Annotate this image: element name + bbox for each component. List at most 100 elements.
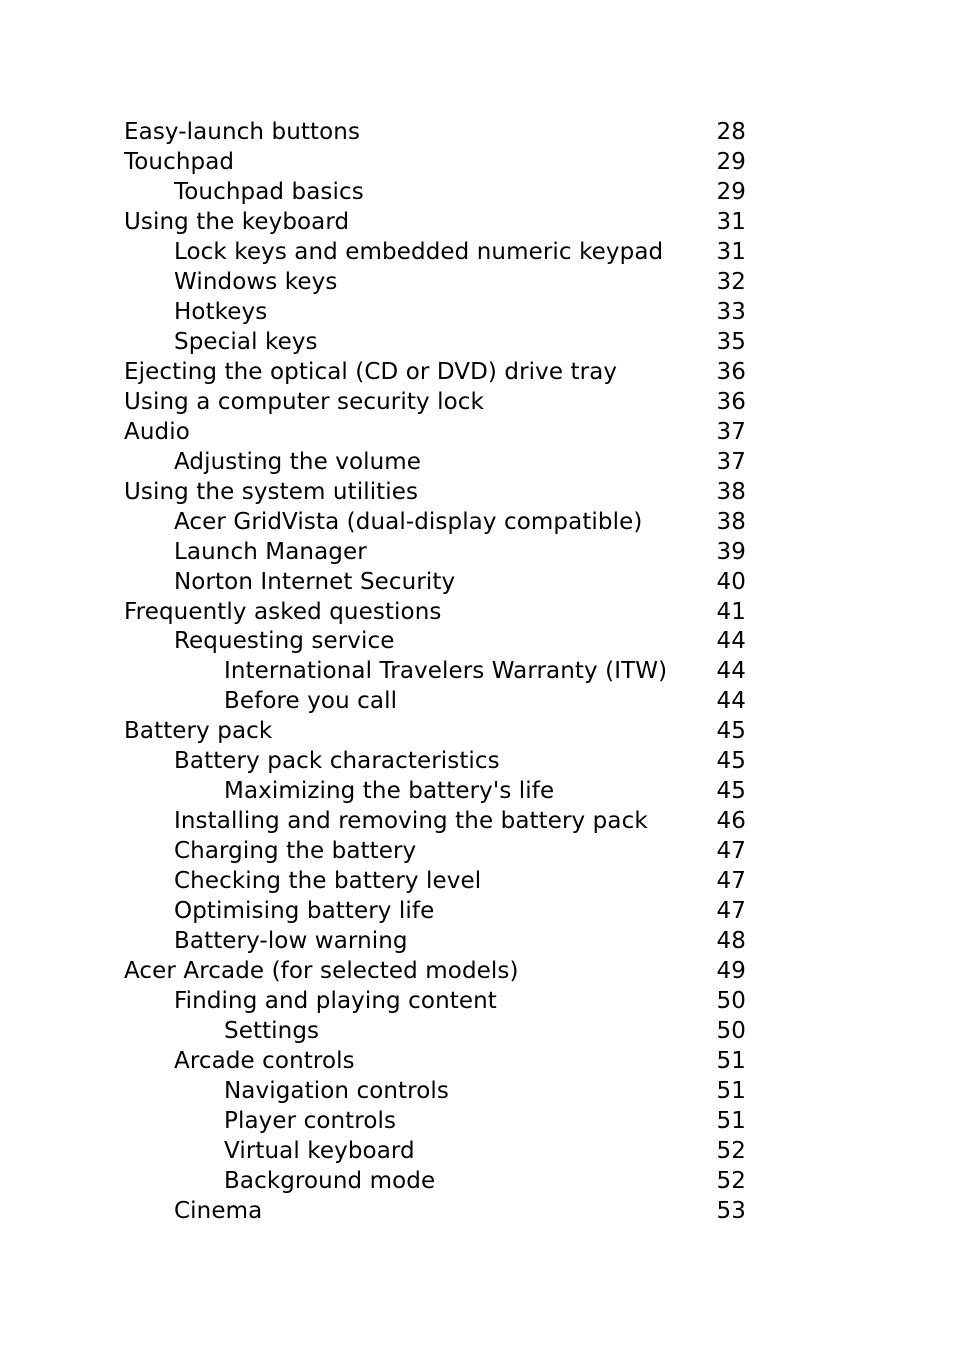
toc-entry[interactable]: Acer GridVista (dual-display compatible)… [124,507,746,537]
toc-entry[interactable]: Using the system utilities 38 [124,477,746,507]
toc-entry-page-number: 40 [716,568,746,595]
toc-entry-page-number: 32 [716,268,746,295]
toc-entry-page-number: 47 [716,898,746,925]
toc-entry[interactable]: Background mode 52 [124,1166,746,1196]
toc-entry-page-number: 50 [716,1018,746,1045]
toc-entry[interactable]: Before you call 44 [124,686,746,716]
toc-entry[interactable]: Windows keys 32 [124,267,746,297]
toc-entry[interactable]: Charging the battery 47 [124,836,746,866]
toc-entry[interactable]: Easy-launch buttons 28 [124,117,746,147]
toc-entry-page-number: 31 [716,238,746,265]
toc-entry[interactable]: Optimising battery life 47 [124,896,746,926]
toc-entry-page-number: 31 [716,208,746,235]
toc-entry-page-number: 45 [716,748,746,775]
toc-entry-title: Touchpad [124,148,235,175]
toc-entry-title: Norton Internet Security [174,568,456,595]
toc-entry-page-number: 46 [716,808,746,835]
toc-entry-page-number: 29 [716,178,746,205]
toc-entry[interactable]: Navigation controls 51 [124,1076,746,1106]
toc-entry[interactable]: Finding and playing content 50 [124,986,746,1016]
toc-entry[interactable]: Settings 50 [124,1016,746,1046]
toc-entry-title: Maximizing the battery's life [224,778,555,805]
toc-entry[interactable]: Battery pack 45 [124,716,746,746]
toc-entry[interactable]: Touchpad basics 29 [124,177,746,207]
toc-entry-title: Battery pack characteristics [174,748,500,775]
toc-entry-page-number: 51 [716,1048,746,1075]
toc-entry-title: Player controls [224,1107,397,1134]
toc-entry-page-number: 53 [716,1197,746,1224]
toc-entry-title: Audio [124,418,190,445]
toc-entry-title: Virtual keyboard [224,1137,415,1164]
toc-entry-title: Arcade controls [174,1048,355,1075]
toc-entry-page-number: 48 [716,928,746,955]
toc-entry[interactable]: Arcade controls 51 [124,1046,746,1076]
toc-entry-page-number: 52 [716,1167,746,1194]
toc-entry-title: Battery-low warning [174,928,408,955]
toc-entry-page-number: 36 [716,358,746,385]
toc-entry-title: Settings [224,1018,320,1045]
toc-entry-title: Launch Manager [174,538,367,565]
toc-entry[interactable]: Cinema 53 [124,1196,746,1226]
toc-entry-title: Easy-launch buttons [124,119,361,145]
toc-entry-title: Charging the battery [174,838,417,865]
toc-entry-title: Adjusting the volume [174,448,422,475]
toc-entry[interactable]: Player controls 51 [124,1106,746,1136]
toc-entry-title: Checking the battery level [174,868,482,895]
toc-entry-page-number: 29 [716,148,746,175]
toc-entry-title: Installing and removing the battery pack [174,808,648,835]
toc-entry[interactable]: Maximizing the battery's life 45 [124,776,746,806]
toc-entry[interactable]: Installing and removing the battery pack… [124,806,746,836]
toc-entry-page-number: 45 [716,778,746,805]
toc-entry-title: Using a computer security lock [124,388,484,415]
toc-entry-page-number: 38 [716,508,746,535]
toc-entry-page-number: 37 [716,448,746,475]
toc-entry-page-number: 51 [716,1107,746,1134]
toc-entry-title: Ejecting the optical (CD or DVD) drive t… [124,358,618,385]
toc-entry-page-number: 44 [716,628,746,655]
toc-entry[interactable]: International Travelers Warranty (ITW) 44 [124,656,746,686]
toc-entry[interactable]: Audio 37 [124,417,746,447]
toc-entry[interactable]: Touchpad 29 [124,147,746,177]
toc-entry[interactable]: Lock keys and embedded numeric keypad 31 [124,237,746,267]
toc-entry[interactable]: Virtual keyboard 52 [124,1136,746,1166]
toc-entry[interactable]: Hotkeys 33 [124,297,746,327]
toc-entry-page-number: 28 [716,119,746,145]
toc-entry-title: Battery pack [124,718,273,745]
toc-entry-page-number: 45 [716,718,746,745]
toc-entry[interactable]: Launch Manager 39 [124,537,746,567]
toc-entry[interactable]: Requesting service 44 [124,626,746,656]
table-of-contents: Easy-launch buttons 28 Touchpad 29 Touchpad … [124,117,746,1226]
toc-entry-page-number: 33 [716,298,746,325]
toc-entry-title: Frequently asked questions [124,598,442,625]
toc-entry[interactable]: Norton Internet Security 40 [124,567,746,597]
toc-entry-page-number: 44 [716,658,746,685]
toc-entry-title: Special keys [174,328,318,355]
toc-entry[interactable]: Special keys 35 [124,327,746,357]
toc-entry[interactable]: Adjusting the volume 37 [124,447,746,477]
toc-entry-title: Using the keyboard [124,208,350,235]
toc-entry-title: Acer Arcade (for selected models) [124,958,519,985]
toc-entry[interactable]: Frequently asked questions 41 [124,597,746,627]
toc-entry[interactable]: Checking the battery level 47 [124,866,746,896]
toc-entry[interactable]: Using a computer security lock 36 [124,387,746,417]
toc-entry[interactable]: Acer Arcade (for selected models) 49 [124,956,746,986]
toc-entry-page-number: 38 [716,478,746,505]
toc-entry[interactable]: Ejecting the optical (CD or DVD) drive t… [124,357,746,387]
toc-entry-title: Background mode [224,1167,436,1194]
toc-entry-page-number: 47 [716,868,746,895]
toc-entry-page-number: 52 [716,1137,746,1164]
toc-entry[interactable]: Battery pack characteristics 45 [124,746,746,776]
toc-entry-title: Requesting service [174,628,395,655]
toc-entry-page-number: 44 [716,688,746,715]
toc-entry[interactable]: Using the keyboard 31 [124,207,746,237]
toc-entry[interactable]: Battery-low warning 48 [124,926,746,956]
toc-entry-title: Before you call [224,688,398,715]
toc-entry-title: International Travelers Warranty (ITW) [224,658,668,685]
toc-entry-page-number: 37 [716,418,746,445]
toc-entry-page-number: 36 [716,388,746,415]
toc-entry-page-number: 35 [716,328,746,355]
toc-entry-page-number: 47 [716,838,746,865]
toc-entry-page-number: 49 [716,958,746,985]
toc-entry-title: Windows keys [174,268,338,295]
toc-entry-title: Lock keys and embedded numeric keypad [174,238,664,265]
